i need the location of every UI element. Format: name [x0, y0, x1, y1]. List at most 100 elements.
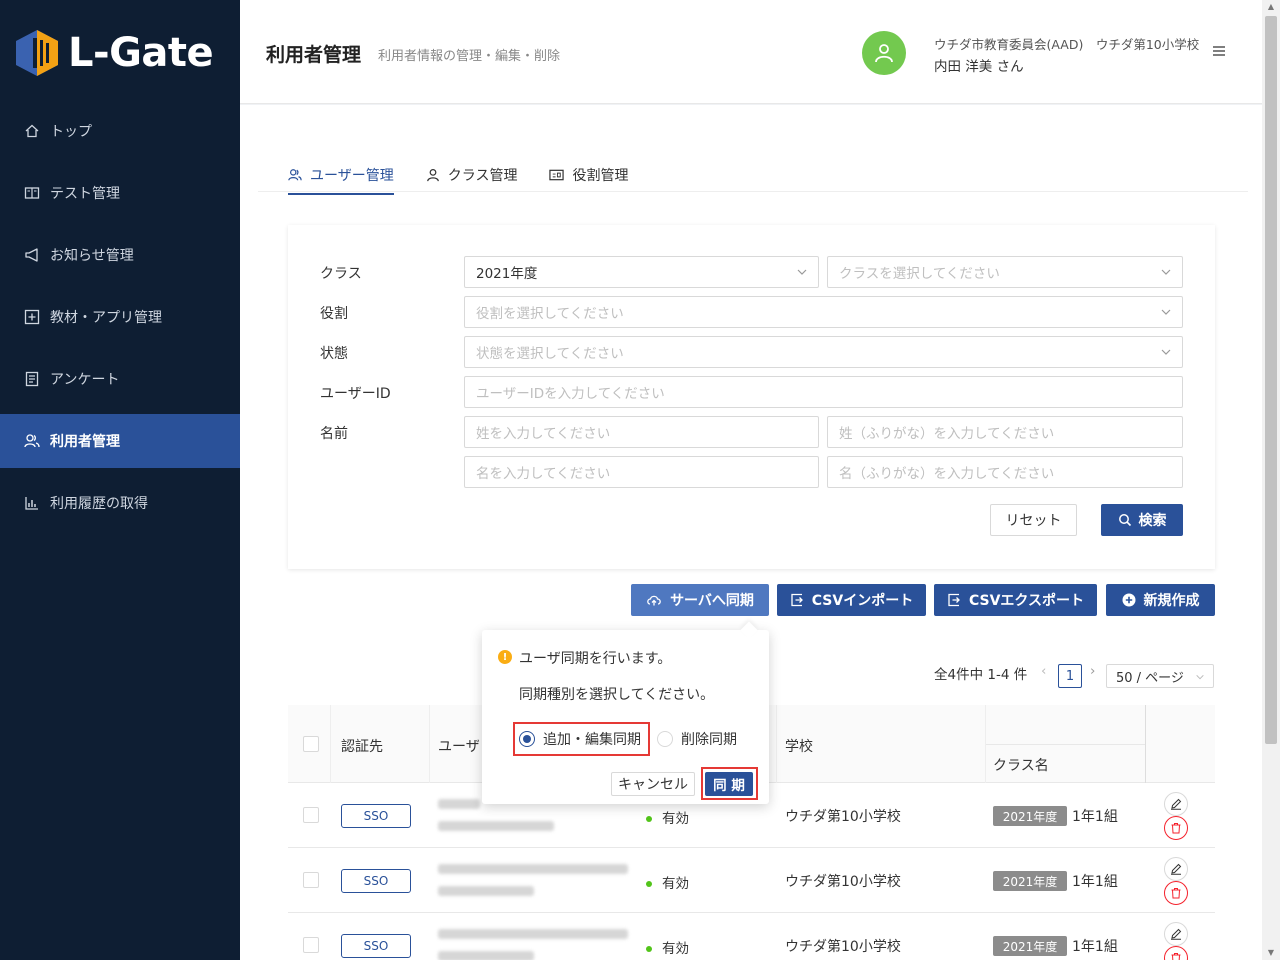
auth-tag: SSO	[341, 869, 411, 893]
first-name-kana-placeholder: 名（ふりがな）を入力してください	[839, 466, 1055, 482]
pencil-icon	[1171, 798, 1182, 810]
redacted-user-id	[438, 864, 628, 874]
edit-button[interactable]	[1164, 857, 1188, 881]
first-name-input[interactable]: 名を入力してください	[464, 456, 819, 488]
trash-icon	[1171, 888, 1181, 899]
sidebar-item-history[interactable]: 利用履歴の取得	[0, 476, 240, 530]
sidebar-item-users[interactable]: 利用者管理	[0, 414, 240, 468]
reset-button[interactable]: リセット	[990, 504, 1077, 536]
tab-user-management[interactable]: ユーザー管理	[288, 157, 394, 195]
popconfirm-title: ユーザ同期を行います。	[519, 651, 672, 667]
radio-button[interactable]	[657, 731, 673, 747]
exclamation-circle-icon: !	[498, 650, 512, 664]
logo-mark-icon	[16, 30, 58, 76]
userid-input[interactable]: ユーザーIDを入力してください	[464, 376, 1183, 408]
scroll-thumb[interactable]	[1265, 16, 1277, 744]
tab-role-management[interactable]: 役割管理	[549, 157, 628, 193]
status-select[interactable]: 状態を選択してください	[464, 336, 1183, 368]
header-class-name: クラス名	[993, 758, 1049, 774]
csv-export-button[interactable]: CSVエクスポート	[934, 584, 1097, 616]
home-icon	[24, 123, 40, 139]
page-subtitle: 利用者情報の管理・編集・削除	[378, 49, 561, 64]
chevron-down-icon	[1161, 269, 1171, 275]
search-button[interactable]: 検索	[1101, 504, 1183, 536]
users-icon	[24, 433, 40, 449]
header-school: 学校	[785, 739, 813, 755]
sidebar-item-label: お知らせ管理	[50, 248, 134, 264]
role-select-placeholder: 役割を選択してください	[476, 306, 624, 322]
status-text: 有効	[662, 876, 689, 892]
users-icon	[288, 168, 302, 182]
create-new-label: 新規作成	[1143, 593, 1200, 609]
school-cell: ウチダ第10小学校	[785, 939, 901, 955]
status-cell: 有効	[646, 937, 689, 957]
prev-page-arrow-icon[interactable]: ‹	[1041, 663, 1046, 679]
header-auth: 認証先	[341, 739, 383, 755]
radio-delete-sync[interactable]: 削除同期	[657, 722, 737, 756]
first-name-kana-input[interactable]: 名（ふりがな）を入力してください	[827, 456, 1183, 488]
csv-export-label: CSVエクスポート	[968, 593, 1085, 609]
sidebar-item-label: 利用者管理	[50, 434, 120, 450]
sidebar-item-test[interactable]: テスト管理	[0, 166, 240, 220]
header-user: ユーザ	[438, 739, 480, 755]
delete-button[interactable]	[1164, 881, 1188, 905]
book-icon	[24, 185, 40, 201]
hamburger-menu-icon[interactable]	[1212, 44, 1226, 58]
name-label: 名前	[320, 426, 348, 442]
bar-chart-icon	[24, 495, 40, 511]
class-select[interactable]: クラスを選択してください	[827, 256, 1183, 288]
auth-tag: SSO	[341, 804, 411, 828]
avatar[interactable]	[862, 31, 906, 75]
tabs: ユーザー管理 クラス管理 役割管理	[288, 157, 660, 195]
sidebar-item-news[interactable]: お知らせ管理	[0, 228, 240, 282]
sidebar-item-survey[interactable]: アンケート	[0, 352, 240, 406]
scroll-down-arrow-icon[interactable]: ▼	[1266, 948, 1276, 958]
cancel-label: キャンセル	[618, 777, 688, 793]
sidebar-item-materials[interactable]: 教材・アプリ管理	[0, 290, 240, 344]
create-new-button[interactable]: 新規作成	[1106, 584, 1215, 616]
select-all-checkbox[interactable]	[303, 736, 319, 752]
sidebar: L-Gate トップ テスト管理 お知らせ管理 教材・アプリ管理 アンケート 利…	[0, 0, 240, 960]
tabs-divider	[258, 191, 1248, 192]
page-size-select[interactable]: 50 / ページ	[1106, 664, 1214, 688]
redacted-user-email	[438, 821, 554, 831]
last-name-input[interactable]: 姓を入力してください	[464, 416, 819, 448]
scroll-up-arrow-icon[interactable]: ▲	[1266, 2, 1276, 12]
sidebar-item-label: 教材・アプリ管理	[50, 310, 162, 326]
current-page[interactable]: 1	[1058, 664, 1082, 688]
tab-class-management[interactable]: クラス管理	[426, 157, 518, 193]
status-text: 有効	[662, 811, 689, 827]
logo: L-Gate	[16, 28, 214, 78]
page-scrollbar[interactable]: ▲ ▼	[1262, 0, 1280, 960]
last-name-kana-placeholder: 姓（ふりがな）を入力してください	[839, 426, 1055, 442]
tab-label: クラス管理	[447, 168, 518, 184]
sidebar-item-top[interactable]: トップ	[0, 104, 240, 158]
row-checkbox[interactable]	[303, 872, 319, 888]
row-checkbox[interactable]	[303, 807, 319, 823]
sidebar-nav: トップ テスト管理 お知らせ管理 教材・アプリ管理 アンケート 利用者管理 利用…	[0, 104, 240, 538]
delete-button[interactable]	[1164, 946, 1188, 960]
role-select[interactable]: 役割を選択してください	[464, 296, 1183, 328]
delete-button[interactable]	[1164, 816, 1188, 840]
search-icon	[1118, 514, 1131, 527]
sync-to-server-button[interactable]: サーバへ同期	[631, 584, 769, 616]
edit-button[interactable]	[1164, 922, 1188, 946]
popconfirm-cancel-button[interactable]: キャンセル	[611, 772, 695, 796]
row-checkbox[interactable]	[303, 937, 319, 953]
year-tag: 2021年度	[993, 936, 1067, 956]
search-panel: クラス 2021年度 クラスを選択してください 役割 役割を選択してください 状…	[288, 225, 1215, 569]
csv-import-button[interactable]: CSVインポート	[777, 584, 926, 616]
year-tag: 2021年度	[993, 806, 1067, 826]
table-row: SSO 有効 ウチダ第10小学校 2021年度 1年1組	[288, 848, 1215, 913]
last-name-kana-input[interactable]: 姓（ふりがな）を入力してください	[827, 416, 1183, 448]
current-page-number: 1	[1065, 668, 1075, 684]
pagination-summary: 全4件中 1-4 件	[934, 667, 1028, 683]
next-page-arrow-icon[interactable]: ›	[1090, 663, 1095, 679]
user-icon	[426, 168, 440, 182]
edit-button[interactable]	[1164, 792, 1188, 816]
cloud-upload-icon	[647, 595, 661, 606]
class-cell: 1年1組	[1072, 874, 1118, 890]
sync-button-label: サーバへ同期	[670, 593, 754, 609]
class-year-select[interactable]: 2021年度	[464, 256, 819, 288]
pencil-icon	[1171, 928, 1182, 940]
